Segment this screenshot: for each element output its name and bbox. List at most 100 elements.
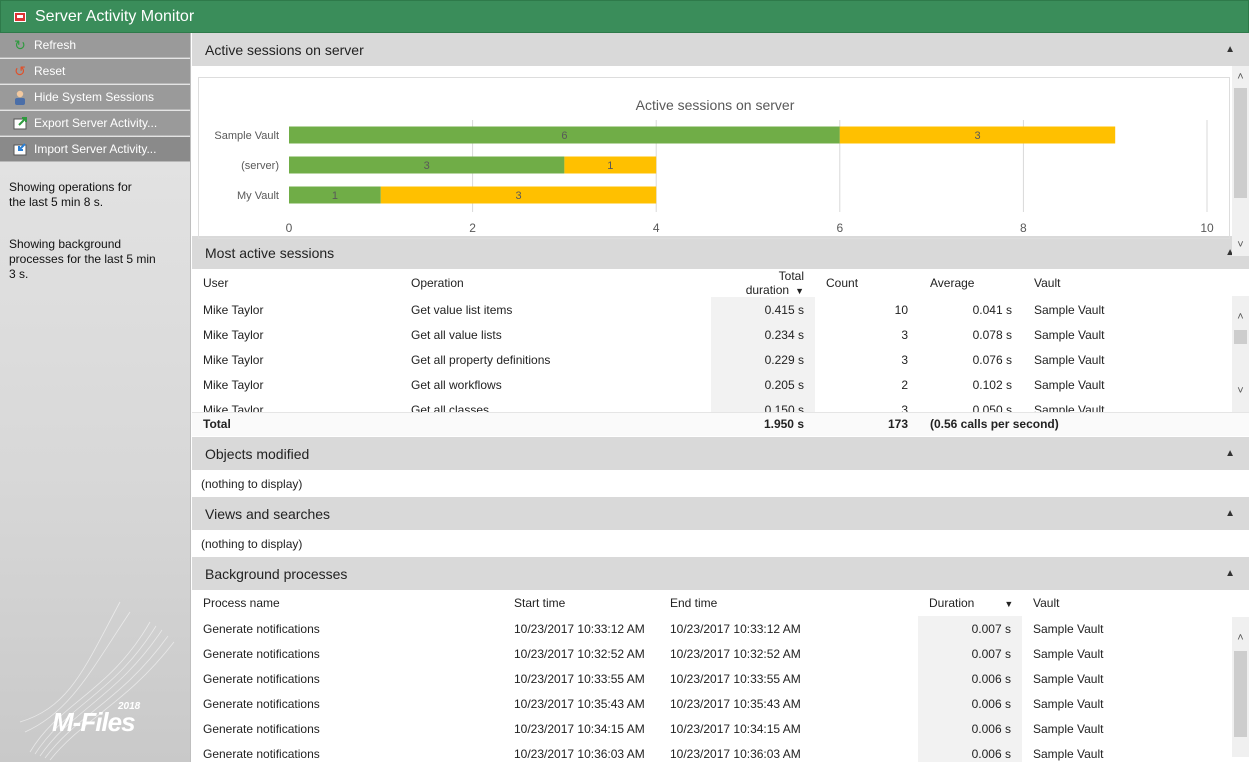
table-row[interactable]: Generate notifications 10/23/2017 10:36:0… <box>192 741 1249 762</box>
most-active-total: Total 1.950 s 173 (0.56 calls per second… <box>192 412 1249 436</box>
cell-duration: 0.007 s <box>918 641 1022 666</box>
hide-system-sessions-label: Hide System Sessions <box>34 90 155 104</box>
cell-vault: Sample Vault <box>1034 327 1105 342</box>
scroll-up-icon[interactable]: ˄ <box>1232 629 1249 646</box>
cell-duration: 0.006 s <box>918 716 1022 741</box>
active-sessions-title: Active sessions on server <box>205 41 364 58</box>
total-rate: (0.56 calls per second) <box>919 412 1249 436</box>
cell-process-name: Generate notifications <box>203 696 320 711</box>
column-header-count[interactable]: Count <box>815 269 919 297</box>
most-active-header[interactable]: Most active sessions ▲ <box>192 236 1249 269</box>
chart-svg: Active sessions on server 0 2 4 6 8 10 Sample … <box>214 97 1214 235</box>
column-header-total-duration[interactable]: Total duration ▼ <box>711 269 815 297</box>
table-row[interactable]: Generate notifications 10/23/2017 10:32:5… <box>192 641 1249 666</box>
cell-total-duration: 0.150 s <box>711 397 815 412</box>
m-files-logo: M-Files 2018 <box>0 582 190 762</box>
cell-count: 10 <box>894 302 908 317</box>
table-row[interactable]: Generate notifications 10/23/2017 10:33:5… <box>192 666 1249 691</box>
table-row[interactable]: Mike Taylor Get all value lists 0.234 s 3 0.… <box>192 322 1249 347</box>
cell-average: 0.041 s <box>972 302 1012 317</box>
scroll-thumb[interactable] <box>1234 651 1247 737</box>
reset-label: Reset <box>34 64 66 78</box>
sort-desc-icon: ▼ <box>795 286 804 296</box>
cell-count: 3 <box>901 327 908 342</box>
duration-label: Duration <box>929 596 975 610</box>
chart-title: Active sessions on server <box>636 97 795 113</box>
collapse-caret-icon[interactable]: ▲ <box>1225 508 1235 519</box>
app-icon <box>14 11 26 22</box>
refresh-button[interactable]: ↻ Refresh <box>0 33 190 58</box>
column-header-process-name[interactable]: Process name <box>192 590 503 616</box>
cell-user: Mike Taylor <box>203 302 264 317</box>
scroll-thumb[interactable] <box>1234 88 1247 198</box>
column-header-end-time[interactable]: End time <box>659 590 918 616</box>
refresh-icon: ↻ <box>14 37 26 53</box>
active-sessions-header[interactable]: Active sessions on server ▲ <box>192 33 1249 66</box>
table-row[interactable]: Generate notifications 10/23/2017 10:33:1… <box>192 616 1249 641</box>
export-server-activity-button[interactable]: Export Server Activity... <box>0 111 190 136</box>
cell-operation: Get all classes <box>411 402 490 413</box>
import-server-activity-button[interactable]: Import Server Activity... <box>0 137 190 162</box>
logo-year: 2018 <box>118 701 141 712</box>
scroll-up-icon[interactable]: ˄ <box>1232 308 1249 325</box>
main-panel: Active sessions on server ▲ Active sessi… <box>192 33 1249 762</box>
column-header-vault[interactable]: Vault <box>1022 590 1249 616</box>
bar-data-label: 1 <box>332 190 338 202</box>
column-header-duration[interactable]: Duration ▼ <box>918 590 1022 616</box>
scroll-up-icon[interactable]: ˄ <box>1232 68 1249 85</box>
table-row[interactable]: Mike Taylor Get all property definitions 0… <box>192 347 1249 372</box>
views-searches-header[interactable]: Views and searches ▲ <box>192 497 1249 530</box>
user-icon <box>12 89 28 105</box>
cell-user: Mike Taylor <box>203 402 264 413</box>
cell-duration: 0.007 s <box>918 616 1022 641</box>
cell-start-time: 10/23/2017 10:33:55 AM <box>514 671 645 686</box>
window-title: Server Activity Monitor <box>35 7 195 25</box>
cell-vault: Sample Vault <box>1033 746 1104 761</box>
table-row[interactable]: Mike Taylor Get value list items 0.415 s 10… <box>192 297 1249 322</box>
cell-vault: Sample Vault <box>1034 302 1105 317</box>
export-server-activity-label: Export Server Activity... <box>34 116 158 130</box>
objects-modified-header[interactable]: Objects modified ▲ <box>192 437 1249 470</box>
cell-vault: Sample Vault <box>1033 621 1104 636</box>
collapse-caret-icon[interactable]: ▲ <box>1225 448 1235 459</box>
sessions-scrollbar[interactable]: ˄ ˅ <box>1232 296 1249 412</box>
reset-button[interactable]: ↺ Reset <box>0 59 190 84</box>
collapse-caret-icon[interactable]: ▲ <box>1225 568 1235 579</box>
background-scrollbar[interactable]: ˄ <box>1232 617 1249 757</box>
scroll-thumb[interactable] <box>1234 330 1247 344</box>
title-bar: Server Activity Monitor <box>0 0 1249 33</box>
cell-process-name: Generate notifications <box>203 671 320 686</box>
collapse-caret-icon[interactable]: ▲ <box>1225 44 1235 55</box>
cell-end-time: 10/23/2017 10:33:55 AM <box>670 671 801 686</box>
cell-average: 0.076 s <box>972 352 1012 367</box>
scroll-down-icon[interactable]: ˅ <box>1232 236 1249 253</box>
x-tick-label: 0 <box>286 221 293 235</box>
cell-duration: 0.006 s <box>918 691 1022 716</box>
import-server-activity-label: Import Server Activity... <box>34 142 157 156</box>
cell-start-time: 10/23/2017 10:35:43 AM <box>514 696 645 711</box>
cell-user: Mike Taylor <box>203 377 264 392</box>
chart-scrollbar[interactable]: ˄ ˅ <box>1232 66 1249 256</box>
table-row[interactable]: Mike Taylor Get all classes 0.150 s 3 0.050 … <box>192 397 1249 412</box>
table-row[interactable]: Mike Taylor Get all workflows 0.205 s 2 0.10… <box>192 372 1249 397</box>
column-header-average[interactable]: Average <box>919 269 1023 297</box>
table-row[interactable]: Generate notifications 10/23/2017 10:34:1… <box>192 716 1249 741</box>
cell-vault: Sample Vault <box>1033 646 1104 661</box>
column-header-start-time[interactable]: Start time <box>503 590 659 616</box>
column-header-vault[interactable]: Vault <box>1023 269 1249 297</box>
most-active-table-area: User Operation Total duration ▼ Count Ave… <box>192 269 1249 437</box>
column-header-user[interactable]: User <box>192 269 400 297</box>
operations-time-note: Showing operations for the last 5 min 8 … <box>9 180 132 209</box>
background-time-note: Showing background processes for the las… <box>9 237 156 281</box>
scroll-down-icon[interactable]: ˅ <box>1232 382 1249 399</box>
cell-start-time: 10/23/2017 10:32:52 AM <box>514 646 645 661</box>
column-header-operation[interactable]: Operation <box>400 269 711 297</box>
background-processes-header[interactable]: Background processes ▲ <box>192 557 1249 590</box>
x-tick-label: 10 <box>1200 221 1214 235</box>
refresh-label: Refresh <box>34 38 77 52</box>
table-row[interactable]: Generate notifications 10/23/2017 10:35:4… <box>192 691 1249 716</box>
cell-user: Mike Taylor <box>203 352 264 367</box>
background-processes-table: Process name Start time End time Duratio… <box>192 590 1249 762</box>
cell-process-name: Generate notifications <box>203 646 320 661</box>
hide-system-sessions-button[interactable]: Hide System Sessions <box>0 85 190 110</box>
